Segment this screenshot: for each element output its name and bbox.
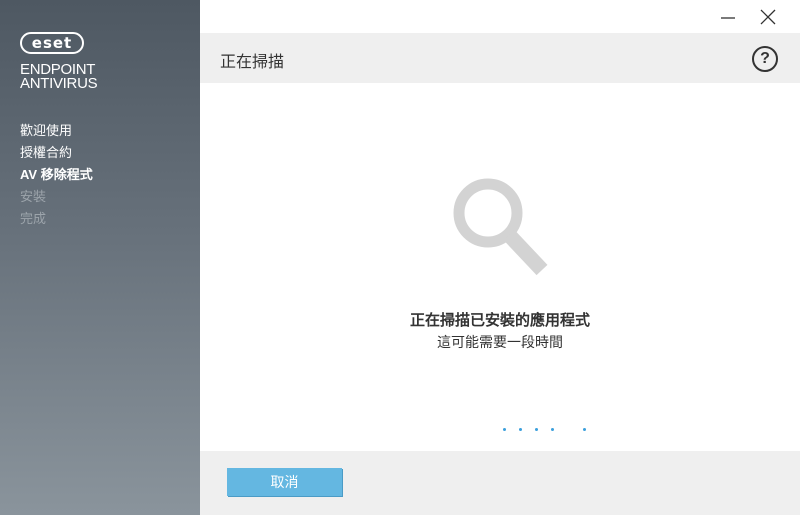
minimize-icon xyxy=(721,16,735,19)
installer-window: eset ENDPOINT ANTIVIRUS 歡迎使用 授權合約 AV 移除程… xyxy=(0,0,800,515)
step-finish: 完成 xyxy=(20,211,47,226)
logo-badge: eset xyxy=(20,32,84,54)
main-content: 正在掃描已安裝的應用程式 這可能需要一段時間 xyxy=(200,83,800,451)
step-welcome: 歡迎使用 xyxy=(20,123,73,138)
progress-dot xyxy=(503,428,506,431)
progress-dot xyxy=(583,428,586,431)
status-title: 正在掃描已安裝的應用程式 xyxy=(409,312,590,329)
help-icon[interactable]: ? xyxy=(752,46,778,72)
title-bar xyxy=(200,0,800,33)
product-name-line2: ANTIVIRUS xyxy=(20,75,98,92)
progress-dot xyxy=(551,428,554,431)
progress-indicator xyxy=(500,428,590,436)
eset-logo: eset ENDPOINT ANTIVIRUS xyxy=(20,32,98,92)
status-subtitle: 這可能需要一段時間 xyxy=(437,334,563,350)
progress-dot xyxy=(519,428,522,431)
minimize-button[interactable] xyxy=(710,0,746,33)
step-license: 授權合約 xyxy=(20,145,73,160)
step-list: 歡迎使用 授權合約 AV 移除程式 安裝 完成 xyxy=(20,120,93,230)
sidebar: eset ENDPOINT ANTIVIRUS 歡迎使用 授權合約 AV 移除程… xyxy=(0,0,200,515)
progress-dot xyxy=(535,428,538,431)
search-icon xyxy=(453,178,548,276)
step-av-remover: AV 移除程式 xyxy=(20,167,93,182)
close-icon xyxy=(760,9,776,24)
page-header: 正在掃描 ? xyxy=(200,33,800,83)
cancel-button[interactable]: 取消 xyxy=(227,468,342,496)
page-title: 正在掃描 xyxy=(220,54,285,71)
step-install: 安裝 xyxy=(20,189,47,204)
close-button[interactable] xyxy=(750,0,786,33)
footer: 取消 xyxy=(200,451,800,515)
